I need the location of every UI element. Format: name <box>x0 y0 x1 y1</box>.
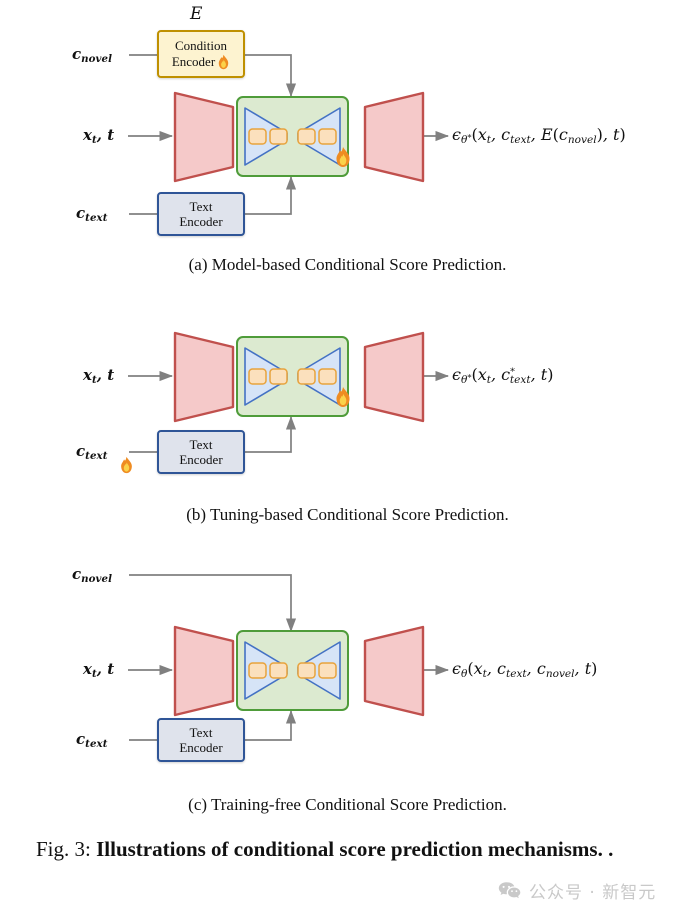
output-equation-a: ϵθ*(xt, ctext, E(cnovel), t) <box>452 125 626 146</box>
panel-b-connectors <box>128 370 450 453</box>
subcaption-b: (b) Tuning-based Conditional Score Predi… <box>186 505 509 524</box>
unet-flame-icon <box>334 146 352 168</box>
panel-a-stage: E Condition Encoder Text Encoder cnovel <box>0 0 695 285</box>
output-equation-c: ϵθ(xt, ctext, cnovel, t) <box>452 659 598 680</box>
unet-block <box>236 336 349 417</box>
text-encoder-line2: Encoder <box>179 740 223 755</box>
vae-decoder-trapezoid <box>362 624 426 718</box>
condition-encoder-title: E <box>190 4 203 24</box>
unet-block <box>236 96 349 177</box>
c-text-flame-icon <box>119 456 134 474</box>
text-encoder-line2: Encoder <box>179 214 223 229</box>
label-c-novel: cnovel <box>72 565 113 585</box>
subcaption-a: (a) Model-based Conditional Score Predic… <box>188 255 507 274</box>
vae-decoder-trapezoid <box>362 330 426 424</box>
panel-tuning-based: Text Encoder xt, t ctext ϵθ*(xt, c*text,… <box>0 300 695 535</box>
text-encoder-line1: Text <box>189 724 213 740</box>
caption-bold: Illustrations of conditional score predi… <box>96 837 603 861</box>
caption-suffix: . <box>608 837 614 861</box>
panel-model-based: E Condition Encoder Text Encoder cnovel <box>0 0 695 285</box>
vae-decoder-trapezoid <box>362 90 426 184</box>
label-x-t: xt, t <box>83 660 115 680</box>
vae-encoder-trapezoid <box>172 624 236 718</box>
label-x-t: xt, t <box>83 366 115 386</box>
label-c-text: ctext <box>76 204 108 224</box>
watermark-text: 公众号 · 新智元 <box>529 883 657 903</box>
wechat-watermark: 公众号 · 新智元 <box>498 878 656 903</box>
condition-encoder-line2: Encoder <box>171 53 216 69</box>
condition-encoder-flame-icon <box>217 54 230 70</box>
text-encoder-line1: Text <box>189 436 213 452</box>
text-encoder-box: Text Encoder <box>157 430 245 474</box>
figure-caption: Fig. 3: Illustrations of conditional sco… <box>36 836 666 864</box>
text-encoder-line1: Text <box>189 198 213 214</box>
condition-encoder-box: Condition Encoder <box>157 30 245 78</box>
text-encoder-box: Text Encoder <box>157 192 245 236</box>
wechat-icon <box>498 881 522 901</box>
label-c-text: ctext <box>76 442 108 462</box>
panel-training-free: Text Encoder cnovel xt, t ctext ϵθ(xt, c… <box>0 548 695 823</box>
vae-encoder-trapezoid <box>172 90 236 184</box>
unet-block <box>236 630 349 711</box>
panel-c-stage: Text Encoder cnovel xt, t ctext ϵθ(xt, c… <box>0 548 695 823</box>
label-x-t: xt, t <box>83 126 115 146</box>
label-c-text: ctext <box>76 730 108 750</box>
panel-b-stage: Text Encoder xt, t ctext ϵθ*(xt, c*text,… <box>0 300 695 535</box>
subcaption-c: (c) Training-free Conditional Score Pred… <box>188 795 507 814</box>
text-encoder-box: Text Encoder <box>157 718 245 762</box>
unet-flame-icon <box>334 386 352 408</box>
caption-prefix: Fig. 3: <box>36 837 91 861</box>
condition-encoder-line1: Condition <box>174 38 227 54</box>
output-equation-b: ϵθ*(xt, c*text, t) <box>452 365 554 386</box>
text-encoder-line2: Encoder <box>179 452 223 467</box>
vae-encoder-trapezoid <box>172 330 236 424</box>
label-c-novel: cnovel <box>72 45 113 65</box>
